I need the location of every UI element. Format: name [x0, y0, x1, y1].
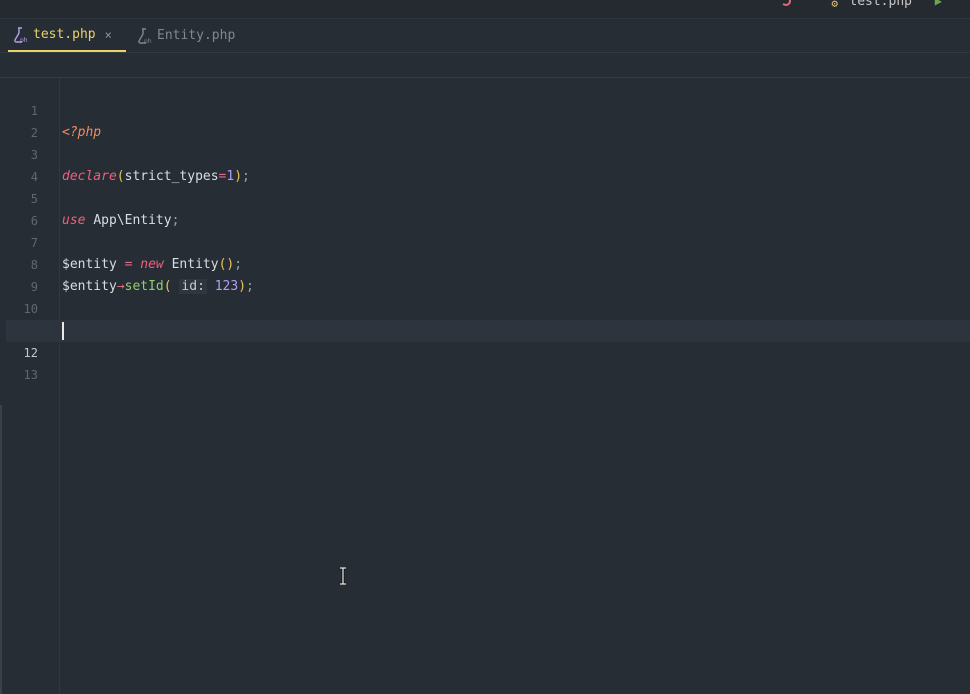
code-line[interactable]: 7 $entity = new Entity();	[6, 210, 970, 272]
line-number: 13	[23, 368, 38, 382]
code-line[interactable]: 6	[6, 188, 970, 228]
top-toolbar: ⚙ test.php ▶	[0, 0, 970, 19]
php-test-icon: php	[138, 27, 152, 44]
tab-label: Entity.php	[157, 28, 236, 43]
editor-tab-bar: php test.php × php Entity.php	[0, 19, 970, 53]
run-config-label: test.php	[849, 0, 912, 9]
php-test-icon: php	[14, 26, 28, 43]
code-line[interactable]: 11	[6, 298, 970, 338]
code-editor[interactable]: 1 <?php 2 3 declare(strict_types=1); 4 5…	[6, 78, 970, 694]
debug-icon[interactable]	[781, 0, 792, 6]
php-file-icon: ⚙	[831, 0, 838, 10]
current-code-line[interactable]: 12	[6, 320, 970, 360]
code-line[interactable]: 5 use App\Entity;	[6, 166, 970, 228]
tab-test-php[interactable]: php test.php ×	[8, 19, 126, 52]
code-line[interactable]: 10	[6, 276, 970, 316]
run-icon[interactable]: ▶	[935, 0, 942, 8]
code-line[interactable]: 3 declare(strict_types=1);	[6, 122, 970, 184]
text-caret	[62, 322, 64, 340]
code-line[interactable]: 1 <?php	[6, 78, 970, 140]
svg-text:php: php	[20, 37, 28, 43]
tab-entity-php[interactable]: php Entity.php	[132, 19, 235, 52]
left-panel-edge	[0, 405, 2, 694]
code-line[interactable]: 9	[6, 254, 970, 294]
code-line[interactable]: 4	[6, 144, 970, 184]
code-line[interactable]: 13	[6, 342, 970, 382]
code-line[interactable]: 8 $entity→setId( id: 123);	[6, 232, 970, 294]
code-line[interactable]: 2	[6, 100, 970, 140]
run-configuration[interactable]: ⚙ test.php ▶	[781, 0, 942, 10]
close-tab-icon[interactable]: ×	[105, 28, 112, 42]
breadcrumb-bar	[0, 53, 970, 78]
tab-label: test.php	[33, 27, 96, 42]
text-cursor-icon	[338, 566, 348, 586]
svg-text:php: php	[144, 38, 152, 44]
